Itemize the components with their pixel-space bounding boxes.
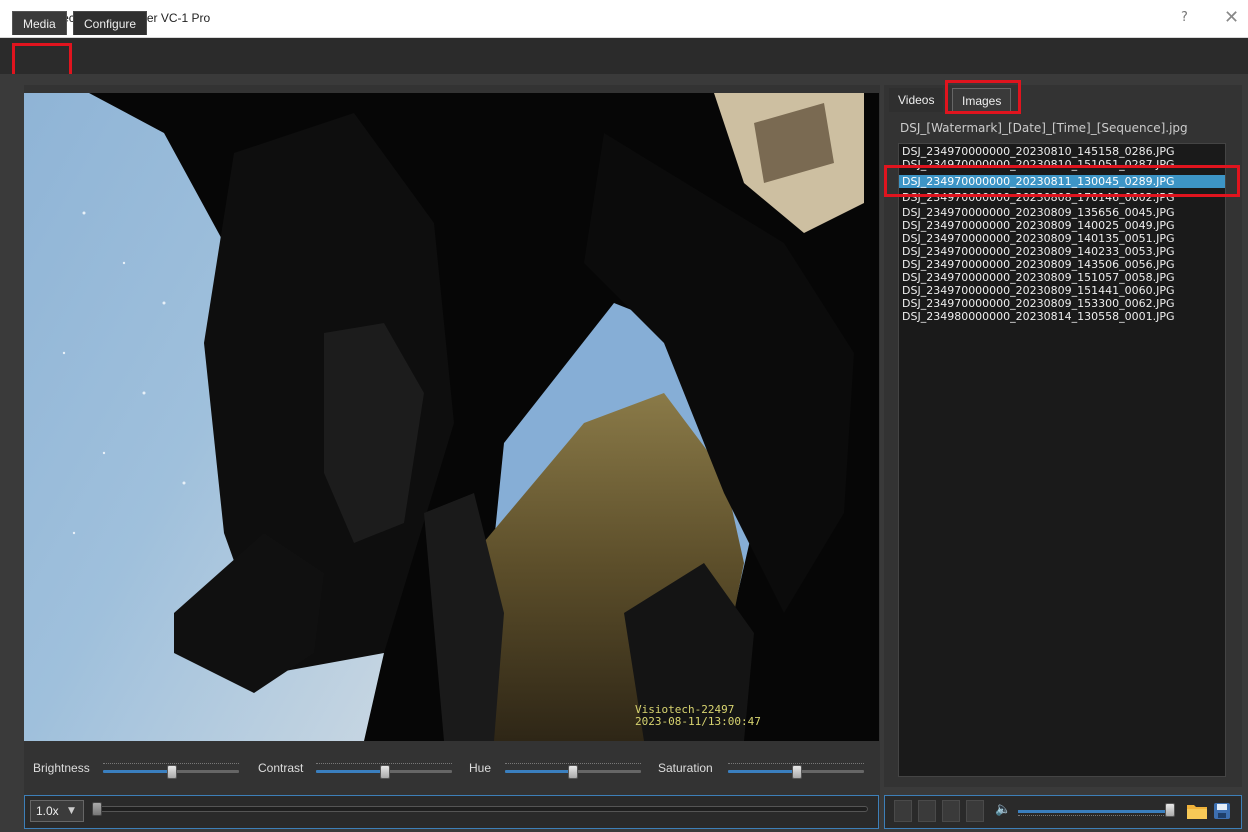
file-item[interactable]: DSJ_234970000000_20230810_151051_0287.JP… [899,158,1225,171]
close-icon[interactable]: ✕ [1224,7,1239,28]
save-icon[interactable] [1213,802,1231,820]
file-item[interactable]: DSJ_234970000000_20230808_170146_0002.JP… [899,191,1225,204]
file-item-selected[interactable]: DSJ_234970000000_20230811_130045_0289.JP… [899,175,1225,188]
hue-slider[interactable] [568,765,578,779]
help-icon[interactable]: ? [1181,10,1188,25]
brightness-label: Brightness [33,761,90,775]
tab-configure[interactable]: Configure [73,11,148,35]
control-button-2[interactable] [918,800,936,822]
contrast-slider[interactable] [380,765,390,779]
seek-track[interactable] [92,806,868,812]
control-button-1[interactable] [894,800,912,822]
file-item[interactable]: DSJ_234970000000_20230810_145158_0286.JP… [899,145,1225,158]
title-bar: VT Visiotech CamManager VC-1 Pro ? ✕ [0,0,1248,38]
folder-icon[interactable] [1186,802,1208,820]
file-item[interactable]: DSJ_234970000000_20230809_140135_0051.JP… [899,232,1225,245]
volume-fill [1018,810,1165,813]
saturation-fill [728,770,795,773]
hue-label: Hue [469,761,492,775]
contrast-track [383,770,452,773]
saturation-slider[interactable] [792,765,802,779]
volume-icon[interactable]: 🔈 [995,802,1011,817]
brightness-fill [103,770,170,773]
camera-image [24,93,879,741]
image-viewer [24,93,879,741]
file-item[interactable]: DSJ_234970000000_20230809_151441_0060.JP… [899,284,1225,297]
main-tab-bar [0,38,1248,74]
file-item[interactable]: DSJ_234980000000_20230814_130558_0001.JP… [899,310,1225,323]
brightness-track [170,770,239,773]
filename-pattern: DSJ_[Watermark]_[Date]_[Time]_[Sequence]… [900,121,1188,135]
speed-select[interactable]: 1.0x [30,800,84,822]
saturation-label: Saturation [658,761,713,775]
image-file-list[interactable]: DSJ_234970000000_20230810_145158_0286.JP… [898,143,1226,777]
control-button-4[interactable] [966,800,984,822]
playback-bar [24,795,879,829]
file-item[interactable]: DSJ_234970000000_20230809_135656_0045.JP… [899,206,1225,219]
seek-slider[interactable] [92,802,102,816]
dropdown-arrow-icon[interactable]: ▼ [68,800,75,822]
file-item[interactable]: DSJ_234970000000_20230809_143506_0056.JP… [899,258,1225,271]
hue-track [572,770,641,773]
brightness-slider[interactable] [167,765,177,779]
volume-slider[interactable] [1165,803,1175,817]
file-item[interactable]: DSJ_234970000000_20230809_151057_0058.JP… [899,271,1225,284]
watermark-timestamp: 2023-08-11/13:00:47 [635,715,761,728]
tab-videos[interactable]: Videos [889,88,944,112]
tab-images[interactable]: Images [952,88,1012,112]
contrast-label: Contrast [258,761,304,775]
tab-media[interactable]: Media [12,11,67,35]
file-item[interactable]: DSJ_234970000000_20230809_140233_0053.JP… [899,245,1225,258]
hue-fill [505,770,572,773]
image-watermark: Visiotech-22497 2023-08-11/13:00:47 [635,704,761,728]
contrast-fill [316,770,383,773]
saturation-track [795,770,864,773]
file-item[interactable]: DSJ_234970000000_20230809_140025_0049.JP… [899,219,1225,232]
file-item[interactable]: DSJ_234970000000_20230809_153300_0062.JP… [899,297,1225,310]
volume-ticks [1018,815,1170,819]
control-button-3[interactable] [942,800,960,822]
